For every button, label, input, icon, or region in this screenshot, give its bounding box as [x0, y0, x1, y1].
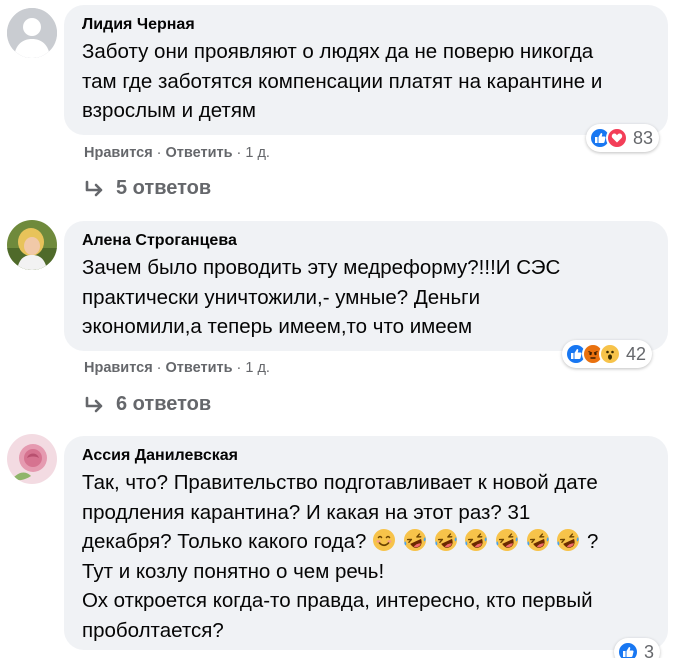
user-photo-icon	[7, 220, 57, 270]
emoji-group	[372, 529, 587, 553]
comment-bubble: Алена Строганцева Зачем было проводить э…	[64, 221, 668, 351]
view-replies-link[interactable]: 5 ответов	[84, 177, 211, 200]
reactions-count: 3	[644, 641, 655, 658]
comment-text-line: декабря? Только какого года? ?	[82, 527, 652, 557]
replies-count-label: 6 ответов	[116, 393, 212, 415]
replies-count-label: 5 ответов	[116, 177, 212, 199]
smiling-face-icon	[373, 529, 396, 551]
avatar[interactable]	[7, 434, 57, 484]
love-reaction-icon	[606, 127, 628, 149]
wow-reaction-icon	[599, 343, 621, 365]
rolling-laughing-icon	[465, 529, 488, 551]
rolling-laughing-icon	[434, 529, 457, 551]
reactions-summary[interactable]: 83	[586, 124, 660, 152]
reply-link[interactable]: Ответить	[166, 145, 233, 161]
avatar[interactable]	[7, 220, 57, 270]
comment-bubble: Лидия Черная Заботу они проявляют о людя…	[64, 5, 668, 135]
comment-author[interactable]: Лидия Черная	[82, 15, 652, 35]
reply-arrow-icon	[85, 180, 103, 196]
comment-text-segment: декабря? Только какого года?	[82, 530, 367, 553]
comment-actions: Нравится · Ответить · 1 д.	[84, 360, 270, 376]
comment-text: Так, что? Правительство подготавливает к…	[82, 468, 652, 645]
comment-text-segment: ?	[587, 530, 599, 553]
reply-arrow-icon	[85, 396, 103, 412]
reactions-count: 83	[633, 127, 654, 148]
reactions-count: 42	[626, 343, 647, 364]
like-link[interactable]: Нравится	[84, 145, 153, 161]
like-reaction-icon	[617, 641, 639, 658]
rolling-laughing-icon	[403, 529, 426, 551]
comment-text: Заботу они проявляют о людях да не повер…	[82, 40, 603, 122]
comment-author[interactable]: Алена Строганцева	[82, 231, 652, 251]
rolling-laughing-icon	[557, 529, 580, 551]
reply-link[interactable]: Ответить	[166, 360, 233, 376]
comment-text-line: проболтается?	[82, 618, 224, 642]
rolling-laughing-icon	[526, 529, 549, 551]
rose-photo-icon	[7, 434, 57, 484]
avatar[interactable]	[7, 8, 57, 58]
comment-bubble: Ассия Данилевская Так, что? Правительств…	[64, 436, 668, 650]
comment-time[interactable]: 1 д.	[245, 145, 270, 161]
comment-author[interactable]: Ассия Данилевская	[82, 446, 652, 466]
comment-text-line: Так, что? Правительство подготавливает к…	[82, 471, 598, 494]
view-replies-link[interactable]: 6 ответов	[84, 393, 211, 416]
reactions-summary[interactable]: 42	[562, 340, 653, 368]
comment-actions: Нравится · Ответить · 1 д.	[84, 145, 270, 161]
comment-text-line: Тут и козлу понятно о чем речь!	[82, 559, 385, 583]
reactions-summary[interactable]: 3	[614, 638, 661, 658]
comment-text-line: Ох откроется когда-то правда, интересно,…	[82, 589, 593, 612]
like-link[interactable]: Нравится	[84, 360, 153, 376]
default-avatar-icon	[7, 8, 57, 58]
comment-text-line: продления карантина? И какая на этот раз…	[82, 500, 531, 524]
comment-time[interactable]: 1 д.	[245, 360, 270, 376]
comment-text: Зачем было проводить эту медреформу?!!!И…	[82, 256, 561, 338]
rolling-laughing-icon	[495, 529, 518, 551]
